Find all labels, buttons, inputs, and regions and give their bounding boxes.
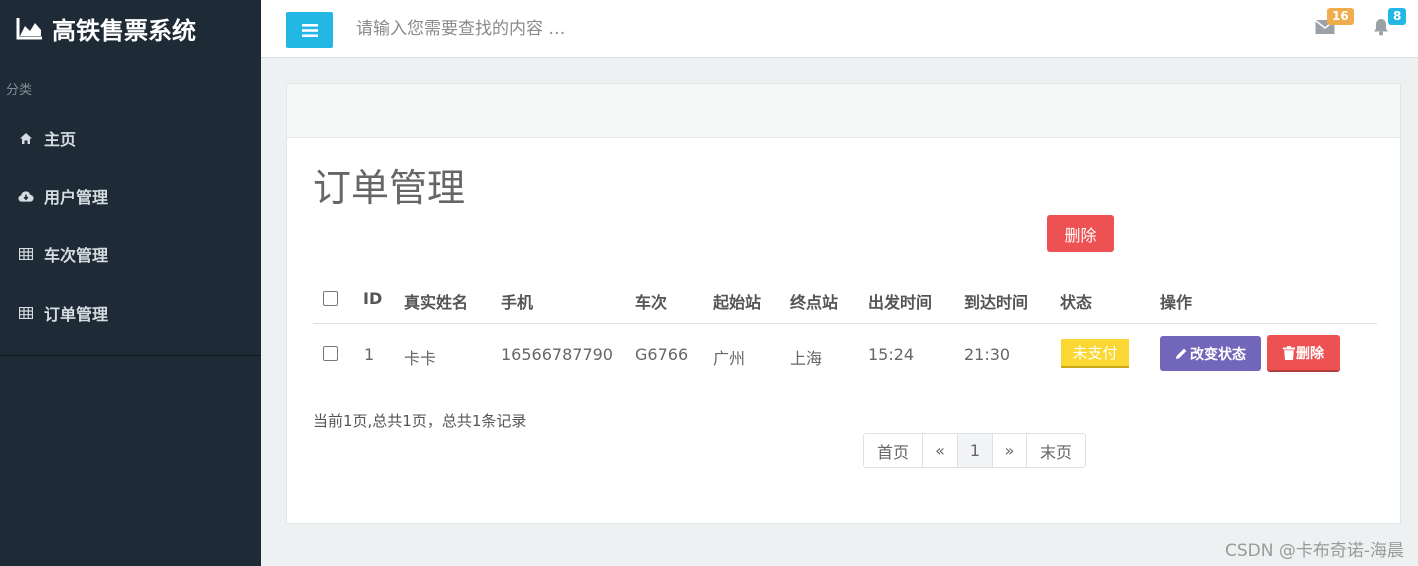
sidebar-item-orders[interactable]: 订单管理 — [0, 288, 261, 338]
batch-delete-button[interactable]: 删除 — [1047, 215, 1114, 252]
page-title: 订单管理 — [313, 166, 466, 210]
watermark: CSDN @卡布奇诺-海晨 — [1224, 541, 1404, 561]
cell-from: 广州 — [713, 349, 746, 368]
pager-last[interactable]: 末页 — [1027, 434, 1085, 467]
cell-phone: 16566787790 — [501, 345, 613, 364]
delete-row-button[interactable]: 删除 — [1267, 335, 1340, 372]
sidebar-divider — [0, 355, 261, 356]
panel-header — [287, 84, 1400, 138]
pager-prev[interactable]: « — [923, 434, 958, 467]
column-header-arrive: 到达时间 — [964, 293, 1029, 312]
home-icon — [18, 130, 34, 146]
notification-count-badge: 8 — [1388, 8, 1407, 25]
table-icon — [18, 246, 34, 262]
sidebar: 高铁售票系统 分类 主页 用户管理 车次管理 订单管理 — [0, 0, 261, 566]
pager-next[interactable]: » — [993, 434, 1027, 467]
cell-name: 卡卡 — [404, 349, 437, 368]
brand[interactable]: 高铁售票系统 — [16, 10, 196, 46]
cell-depart: 15:24 — [868, 345, 915, 364]
column-header-name: 真实姓名 — [404, 293, 469, 312]
change-status-label: 改变状态 — [1190, 346, 1246, 363]
column-header-status: 状态 — [1060, 293, 1093, 312]
column-header-id: ID — [363, 289, 383, 308]
table-header-divider — [313, 323, 1377, 324]
pagination: 首页 « 1 » 末页 — [863, 433, 1086, 468]
select-all-checkbox[interactable] — [323, 291, 338, 306]
column-header-train: 车次 — [635, 293, 668, 312]
change-status-button[interactable]: 改变状态 — [1160, 336, 1261, 371]
column-header-from: 起始站 — [713, 293, 762, 312]
cell-to: 上海 — [790, 349, 823, 368]
search-input[interactable] — [354, 14, 758, 44]
cell-id: 1 — [364, 345, 375, 364]
sidebar-item-label: 主页 — [44, 130, 77, 149]
hamburger-icon — [301, 23, 318, 37]
main-panel: 订单管理 删除 ID 真实姓名 手机 车次 起始站 终点站 出发时间 到达时间 … — [286, 83, 1401, 524]
table-icon — [18, 305, 34, 321]
top-bar: 16 8 — [261, 0, 1418, 58]
trash-icon — [1283, 345, 1295, 360]
status-badge: 未支付 — [1061, 339, 1129, 368]
sidebar-item-home[interactable]: 主页 — [0, 113, 261, 163]
record-summary: 当前1页,总共1页，总共1条记录 — [313, 412, 527, 430]
cell-train: G6766 — [635, 345, 689, 364]
sidebar-item-label: 订单管理 — [44, 305, 109, 324]
menu-toggle-button[interactable] — [286, 12, 333, 48]
column-header-actions: 操作 — [1160, 293, 1193, 312]
delete-row-label: 删除 — [1296, 345, 1324, 362]
cell-arrive: 21:30 — [964, 345, 1011, 364]
cloud-download-icon — [18, 188, 34, 204]
column-header-depart: 出发时间 — [868, 293, 933, 312]
pager-current-page[interactable]: 1 — [958, 434, 993, 467]
brand-title: 高铁售票系统 — [52, 16, 196, 45]
column-header-phone: 手机 — [501, 293, 534, 312]
column-header-to: 终点站 — [790, 293, 839, 312]
pencil-icon — [1176, 348, 1187, 359]
sidebar-item-label: 用户管理 — [44, 188, 109, 207]
pager-first[interactable]: 首页 — [864, 434, 923, 467]
sidebar-category-label: 分类 — [6, 83, 33, 98]
sidebar-item-users[interactable]: 用户管理 — [0, 171, 261, 221]
sidebar-item-trains[interactable]: 车次管理 — [0, 229, 261, 279]
row-checkbox[interactable] — [323, 346, 338, 361]
sidebar-item-label: 车次管理 — [44, 246, 109, 265]
mail-count-badge: 16 — [1327, 8, 1354, 25]
area-chart-icon — [16, 18, 42, 40]
